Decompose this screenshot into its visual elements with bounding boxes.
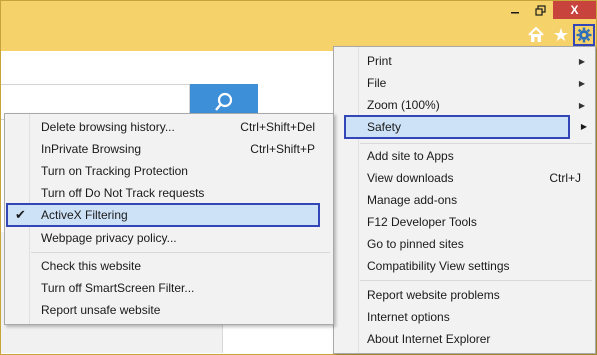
magnifier-icon [215, 92, 233, 111]
home-button[interactable] [526, 25, 546, 45]
submenu-arrow-icon: ▶ [578, 100, 585, 110]
menu-item-print[interactable]: Print ▶ [335, 50, 593, 72]
menu-item-privacy-policy[interactable]: Webpage privacy policy... [6, 227, 331, 249]
menu-item-label: Turn off Do Not Track requests [41, 186, 205, 200]
menu-item-f12-tools[interactable]: F12 Developer Tools [335, 211, 593, 233]
menu-item-label: Report website problems [367, 288, 500, 302]
menu-item-label: Go to pinned sites [367, 237, 464, 251]
menu-item-do-not-track[interactable]: Turn off Do Not Track requests [6, 182, 331, 204]
menu-item-report-unsafe[interactable]: Report unsafe website [6, 299, 331, 321]
favorites-button[interactable]: ★ [551, 25, 571, 45]
menu-item-inprivate[interactable]: InPrivate Browsing Ctrl+Shift+P [6, 138, 331, 160]
maximize-icon [534, 4, 546, 16]
menu-item-pinned-sites[interactable]: Go to pinned sites [335, 233, 593, 255]
menu-item-shortcut: Ctrl+Shift+Del [240, 120, 315, 134]
menu-item-label: Safety [367, 120, 402, 134]
menu-item-internet-options[interactable]: Internet options [335, 306, 593, 328]
menu-item-label: File [367, 76, 387, 90]
menu-item-delete-history[interactable]: Delete browsing history... Ctrl+Shift+De… [6, 116, 331, 138]
menu-item-view-downloads[interactable]: View downloads Ctrl+J [335, 167, 593, 189]
menu-item-label: Check this website [41, 259, 142, 273]
menu-item-report-problems[interactable]: Report website problems [335, 284, 593, 306]
menu-item-label: ActiveX Filtering [41, 208, 128, 222]
menu-item-shortcut: Ctrl+Shift+P [250, 142, 315, 156]
minimize-button[interactable] [501, 1, 529, 19]
close-icon: X [570, 3, 579, 17]
menu-item-tracking-protection[interactable]: Turn on Tracking Protection [6, 160, 331, 182]
menu-item-compat-view[interactable]: Compatibility View settings [335, 255, 593, 277]
menu-item-label: F12 Developer Tools [367, 215, 477, 229]
submenu-arrow-icon: ▶ [580, 122, 587, 131]
menu-item-add-site[interactable]: Add site to Apps [335, 145, 593, 167]
tools-menu: Print ▶ File ▶ Zoom (100%) ▶ Safety ▶ Ad… [333, 46, 596, 354]
menu-item-shortcut: Ctrl+J [549, 171, 581, 185]
menu-item-label: InPrivate Browsing [41, 142, 142, 156]
home-icon [528, 26, 544, 42]
gear-icon [576, 27, 592, 43]
menu-separator [360, 143, 592, 144]
menu-item-smartscreen[interactable]: Turn off SmartScreen Filter... [6, 277, 331, 299]
star-icon: ★ [552, 24, 570, 45]
menu-item-label: View downloads [367, 171, 454, 185]
menu-item-label: Internet options [367, 310, 450, 324]
submenu-arrow-icon: ▶ [578, 78, 585, 88]
menu-item-about[interactable]: About Internet Explorer [335, 328, 593, 350]
menu-item-label: Print [367, 54, 392, 68]
menu-item-label: Add site to Apps [367, 149, 454, 163]
menu-item-activex-filtering[interactable]: ✔ ActiveX Filtering [6, 203, 320, 227]
safety-submenu: Delete browsing history... Ctrl+Shift+De… [4, 113, 334, 325]
menu-item-label: Report unsafe website [41, 303, 161, 317]
menu-item-check-website[interactable]: Check this website [6, 255, 331, 277]
menu-item-safety[interactable]: Safety [344, 115, 570, 139]
checkmark-icon: ✔ [15, 207, 26, 222]
minimize-icon [511, 12, 519, 14]
menu-item-label: Turn off SmartScreen Filter... [41, 281, 195, 295]
menu-item-file[interactable]: File ▶ [335, 72, 593, 94]
tools-button[interactable] [573, 24, 595, 46]
menu-item-label: Manage add-ons [367, 193, 458, 207]
menu-item-label: About Internet Explorer [367, 332, 491, 346]
menu-item-manage-addons[interactable]: Manage add-ons [335, 189, 593, 211]
submenu-arrow-icon: ▶ [578, 56, 585, 66]
close-button[interactable]: X [553, 1, 596, 19]
menu-separator [31, 252, 330, 253]
menu-item-label: Zoom (100%) [367, 98, 440, 112]
menu-item-label: Webpage privacy policy... [41, 231, 177, 245]
maximize-button[interactable] [529, 1, 551, 19]
title-bar: X ★ [1, 1, 596, 51]
menu-separator [360, 280, 592, 281]
menu-item-label: Turn on Tracking Protection [41, 164, 188, 178]
menu-item-label: Delete browsing history... [41, 120, 175, 134]
menu-item-label: Compatibility View settings [367, 259, 510, 273]
menu-item-zoom[interactable]: Zoom (100%) ▶ [335, 94, 593, 116]
